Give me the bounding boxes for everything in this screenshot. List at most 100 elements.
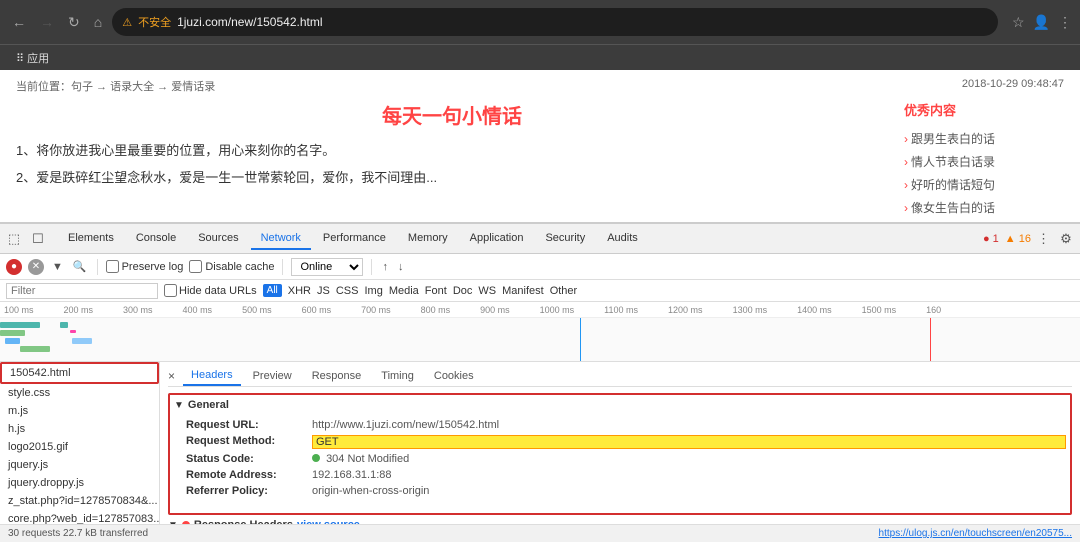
other-filter[interactable]: Other [550,285,578,297]
request-url-row: Request URL: http://www.1juzi.com/new/15… [186,417,1066,433]
filter-input[interactable] [6,283,158,299]
clear-button[interactable]: ✕ [28,259,44,275]
hide-data-urls-checkbox[interactable]: Hide data URLs [164,284,257,297]
file-item-150542[interactable]: 150542.html [0,362,159,384]
devtools-toolbar: ● ✕ ▼ 🔍 Preserve log Disable cache Onlin… [0,254,1080,280]
download-btn[interactable]: ↓ [396,261,406,273]
error-badge: ● 1 [983,233,999,245]
mark-500ms: 500 ms [242,305,272,315]
js-filter[interactable]: JS [317,285,330,297]
tab-sources[interactable]: Sources [188,228,248,250]
star-icon[interactable]: ☆ [1012,14,1025,31]
file-item-zstat[interactable]: z_stat.php?id=1278570834&... [0,492,159,510]
manifest-filter[interactable]: Manifest [502,285,544,297]
sidebar-item-3[interactable]: 好听的情话短句 [904,173,1064,196]
ws-filter[interactable]: WS [478,285,496,297]
tab-security[interactable]: Security [535,228,595,250]
mark-700ms: 700 ms [361,305,391,315]
tab-application[interactable]: Application [460,228,534,250]
toolbar-separator-1 [97,259,98,275]
file-item-stylecss[interactable]: style.css [0,384,159,402]
preserve-log-checkbox[interactable]: Preserve log [106,260,184,273]
bookmarks-bar: ⠿ 应用 [0,44,1080,70]
sidebar-item-1[interactable]: 跟男生表白的话 [904,127,1064,150]
tab-audits[interactable]: Audits [597,228,648,250]
tab-network[interactable]: Network [251,228,311,250]
url-text: 1juzi.com/new/150542.html [177,15,988,29]
file-item-logo[interactable]: logo2015.gif [0,438,159,456]
detail-close-btn[interactable]: × [168,369,175,383]
detail-subtabs: × Headers Preview Response Timing Cookie… [168,366,1072,387]
subtab-cookies[interactable]: Cookies [426,367,482,385]
timeline-bar-5 [60,322,68,328]
devtools-statusbar: 30 requests 22.7 kB transferred https://… [0,524,1080,542]
subtab-timing[interactable]: Timing [373,367,422,385]
refresh-button[interactable]: ↻ [64,10,84,35]
all-filter-badge[interactable]: All [263,284,282,297]
file-item-jquery[interactable]: jquery.js [0,456,159,474]
general-section-header[interactable]: ▼ General [174,399,1066,411]
requests-summary: 30 requests 22.7 kB transferred [8,528,148,539]
record-button[interactable]: ● [6,259,22,275]
tab-console[interactable]: Console [126,228,186,250]
forward-button[interactable]: → [36,10,58,34]
font-filter[interactable]: Font [425,285,447,297]
file-name-150542: 150542.html [10,367,71,379]
date-text: 2018-10-29 09:48:47 [962,78,1064,94]
inspect-icon[interactable]: ⬚ [4,229,24,249]
mark-400ms: 400 ms [183,305,213,315]
sidebar-item-2[interactable]: 情人节表白话录 [904,150,1064,173]
home-button[interactable]: ⌂ [90,10,106,34]
apps-bookmark[interactable]: ⠿ 应用 [10,48,55,68]
browser-actions: ☆ 👤 ⋮ [1012,14,1072,31]
subtab-preview[interactable]: Preview [245,367,300,385]
file-list: 150542.html style.css m.js h.js logo2015… [0,362,160,524]
subtab-response[interactable]: Response [304,367,370,385]
mark-900ms: 900 ms [480,305,510,315]
address-bar[interactable]: ⚠ 不安全 1juzi.com/new/150542.html [112,8,998,36]
status-link[interactable]: https://ulog.js.cn/en/touchscreen/en2057… [879,528,1072,539]
timeline-bar-2 [0,330,25,336]
file-item-core[interactable]: core.php?web_id=127857083... [0,510,159,524]
back-button[interactable]: ← [8,10,30,34]
file-item-mjs[interactable]: m.js [0,402,159,420]
file-item-jquerydroppy[interactable]: jquery.droppy.js [0,474,159,492]
sidebar-title: 优秀内容 [904,100,1064,119]
disable-cache-checkbox[interactable]: Disable cache [189,260,274,273]
tab-performance[interactable]: Performance [313,228,396,250]
doc-filter[interactable]: Doc [453,285,473,297]
throttle-select[interactable]: Online Fast 3G Slow 3G Offline [291,258,363,276]
devtools-right: ● 1 ▲ 16 ⋮ ⚙ [983,229,1076,249]
remote-address-row: Remote Address: 192.168.31.1:88 [186,467,1066,483]
mark-1600ms: 160 [926,305,941,315]
request-url-label: Request URL: [186,419,306,431]
page-title: 每天一句小情话 [16,100,888,129]
article-content: 1、将你放进我心里最重要的位置，用心来刻你的名字。 2、爱是跌碎红尘望念秋水，爱… [16,139,888,190]
lock-icon: ⚠ [122,16,132,29]
request-method-label: Request Method: [186,435,306,449]
xhr-filter[interactable]: XHR [288,285,311,297]
devtools-settings-icon[interactable]: ⚙ [1056,229,1076,249]
profile-icon[interactable]: 👤 [1033,14,1050,31]
file-item-hjs[interactable]: h.js [0,420,159,438]
upload-btn[interactable]: ↑ [380,261,390,273]
timeline-area: 100 ms 200 ms 300 ms 400 ms 500 ms 600 m… [0,302,1080,362]
css-filter[interactable]: CSS [336,285,359,297]
detail-panel: × Headers Preview Response Timing Cookie… [160,362,1080,524]
sidebar-item-4[interactable]: 像女生告白的话 [904,196,1064,219]
img-filter[interactable]: Img [364,285,382,297]
timeline-bar-6 [70,330,76,333]
mark-600ms: 600 ms [302,305,332,315]
timeline-bars [0,318,1080,362]
menu-icon[interactable]: ⋮ [1058,14,1072,31]
main-column: 每天一句小情话 1、将你放进我心里最重要的位置，用心来刻你的名字。 2、爱是跌碎… [16,100,888,219]
tab-memory[interactable]: Memory [398,228,458,250]
filter-icon-btn[interactable]: ▼ [50,261,65,273]
tab-elements[interactable]: Elements [58,228,124,250]
devtools-menu-icon[interactable]: ⋮ [1037,231,1050,247]
status-code-value: 304 Not Modified [312,453,1066,465]
media-filter[interactable]: Media [389,285,419,297]
subtab-headers[interactable]: Headers [183,366,241,386]
device-icon[interactable]: ☐ [28,229,48,249]
search-icon-btn[interactable]: 🔍 [71,260,89,273]
